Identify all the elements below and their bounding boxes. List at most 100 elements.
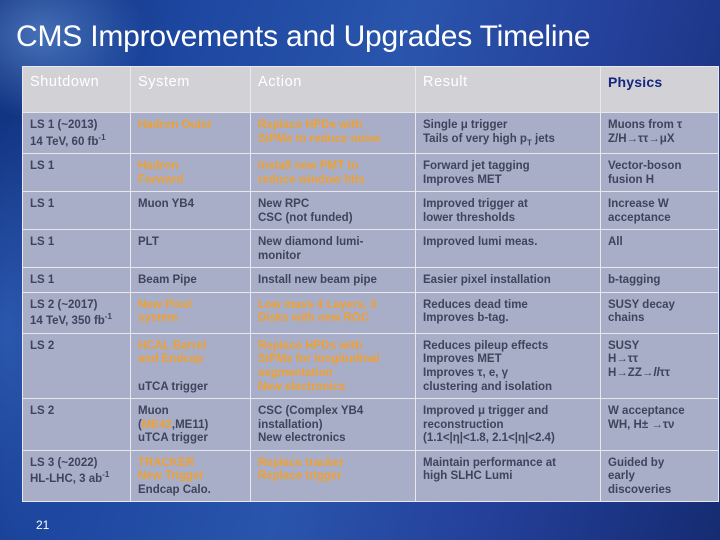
- cell-line: Muon: [138, 405, 169, 418]
- cell-line: segmentation: [258, 366, 333, 379]
- cell-line: HL-LHC, 3 ab-1: [30, 470, 110, 486]
- cell-line: Improves τ, e, γ: [423, 366, 509, 379]
- cell-line: H→ZZ→llττ: [608, 367, 712, 381]
- cell-line: Improves b-tag.: [423, 312, 509, 325]
- cell-line: SiPMs for longitudinal: [258, 353, 380, 366]
- cell-line: 14 TeV, 350 fb-1: [30, 312, 112, 328]
- superscript: -1: [102, 470, 110, 480]
- cell-line: New electronics: [258, 432, 346, 445]
- table-row: LS 1 (~2013) 14 TeV, 60 fb-1 Hadron Outer R…: [22, 112, 719, 154]
- column-header-result: Result: [415, 66, 601, 113]
- cell-line: Single μ trigger: [423, 119, 508, 131]
- cell-line: New diamond lumi-: [258, 236, 364, 249]
- cell-system: New Pixel system: [130, 291, 251, 334]
- cell-system: Hadron Outer: [130, 112, 251, 154]
- cell-result: Improved trigger at lower thresholds: [415, 191, 601, 231]
- cell-line: Z/H→ττ→μX: [608, 132, 675, 145]
- cell-shutdown: LS 2 (~2017) 14 TeV, 350 fb-1: [22, 291, 131, 334]
- cell-line: fusion H: [608, 173, 654, 186]
- cell-physics: SUSY H→ττ H→ZZ→llττ: [600, 332, 719, 400]
- cell-line: monitor: [258, 249, 301, 262]
- cell-action: Install new beam pipe: [250, 267, 416, 293]
- cell-line: reduce window hits: [258, 173, 365, 186]
- upgrades-table: Shutdown System Action Result Physics LS…: [22, 66, 719, 503]
- cell-line: New Trigger: [138, 470, 204, 483]
- cell-result: Reduces pileup effects Improves MET Improv…: [415, 332, 601, 400]
- column-header-system: System: [130, 66, 251, 113]
- cell-system: PLT: [130, 229, 251, 269]
- cell-line: Vector-boson: [608, 159, 682, 172]
- cell-line: Tails of very high pT jets: [423, 133, 594, 148]
- cell-line: acceptance: [608, 211, 671, 224]
- table-row: LS 1 Beam Pipe Install new beam pipe Easier…: [22, 267, 719, 293]
- cell-line: Improves MET: [423, 353, 502, 366]
- cell-shutdown: LS 2: [22, 398, 131, 451]
- cell-line: Easier pixel installation: [423, 274, 551, 287]
- cell-physics: SUSY decay chains: [600, 291, 719, 334]
- cell-line: LS 1: [30, 159, 55, 172]
- cell-line: Reduces dead time: [423, 298, 528, 311]
- cell-result: Improved lumi meas.: [415, 229, 601, 269]
- cell-line: uTCA trigger: [138, 380, 208, 393]
- cell-result: Maintain performance at high SLHC Lumi: [415, 449, 601, 503]
- table-row: LS 2 (~2017) 14 TeV, 350 fb-1 New Pixel sys…: [22, 291, 719, 334]
- cell-line: Forward jet tagging: [423, 159, 530, 172]
- cell-line: New RPC: [258, 198, 310, 211]
- cell-line: Hadron: [138, 159, 179, 172]
- text-part: Tails of very high p: [423, 132, 527, 145]
- cell-line: All: [608, 236, 623, 249]
- cell-action: Replace HPDs with SiPMs to reduce noise: [250, 112, 416, 154]
- cell-line: Replace HPDs with: [258, 339, 363, 352]
- table-header-row: Shutdown System Action Result Physics: [22, 66, 719, 113]
- cell-line: LS 1 (~2013): [30, 119, 98, 131]
- cell-line: CSC (not funded): [258, 211, 353, 224]
- cell-line: high SLHC Lumi: [423, 470, 513, 483]
- cell-line: WH, H± →τν: [608, 418, 675, 431]
- cell-physics: b-tagging: [600, 267, 719, 293]
- cell-line: New electronics: [258, 380, 346, 393]
- cell-action: Install new PMT to reduce window hits: [250, 152, 416, 193]
- cell-line: SUSY decay: [608, 298, 675, 311]
- cell-system: Hadron Forward: [130, 152, 251, 193]
- cell-line: LS 2: [30, 339, 55, 352]
- cell-line: (ME42,ME11): [138, 419, 244, 433]
- cell-line: LS 1: [30, 236, 55, 249]
- cell-shutdown: LS 1: [22, 191, 131, 231]
- text-part: ττ: [659, 366, 671, 379]
- cell-line: b-tagging: [608, 274, 661, 287]
- cell-result: Single μ trigger Tails of very high pT je…: [415, 112, 601, 154]
- superscript: -1: [98, 132, 106, 142]
- table-row: LS 1 Hadron Forward Install new PMT to reduc…: [22, 152, 719, 193]
- cell-line: Replace tracker: [258, 456, 344, 469]
- cell-line: Forward: [138, 173, 184, 186]
- cell-line: LS 2: [30, 405, 55, 418]
- cell-shutdown: LS 3 (~2022) HL-LHC, 3 ab-1: [22, 449, 131, 503]
- cell-line: Install new beam pipe: [258, 274, 377, 287]
- superscript: -1: [104, 312, 112, 322]
- cell-action: New RPC CSC (not funded): [250, 191, 416, 231]
- cell-line: Disks with new ROC: [258, 312, 370, 325]
- cell-shutdown: LS 1: [22, 229, 131, 269]
- column-header-action: Action: [250, 66, 416, 113]
- cell-shutdown: LS 1 (~2013) 14 TeV, 60 fb-1: [22, 112, 131, 154]
- cell-result: Reduces dead time Improves b-tag.: [415, 291, 601, 334]
- cell-action: Replace HPDs with SiPMs for longitudinal s…: [250, 332, 416, 400]
- cell-line: 14 TeV, 60 fb-1: [30, 132, 106, 148]
- cell-line: uTCA trigger: [138, 432, 208, 445]
- highlight-token: ME42: [141, 418, 172, 431]
- cell-line: Improved trigger at: [423, 198, 528, 211]
- column-header-shutdown: Shutdown: [22, 66, 131, 113]
- cell-line: HCAL Barrel: [138, 339, 207, 352]
- cell-line: Maintain performance at: [423, 456, 556, 469]
- cell-line: LS 1: [30, 274, 55, 287]
- cell-system: Muon (ME42,ME11) uTCA trigger: [130, 398, 251, 451]
- table-row: LS 1 Muon YB4 New RPC CSC (not funded) Impro…: [22, 191, 719, 231]
- cell-system: TRACKER New Trigger Endcap Calo.: [130, 449, 251, 503]
- cell-line: discoveries: [608, 483, 672, 496]
- table-row: LS 1 PLT New diamond lumi-monitor Improved …: [22, 229, 719, 269]
- cell-line: SUSY: [608, 339, 640, 352]
- cell-line: clustering and isolation: [423, 380, 553, 393]
- cell-line: Low mass 4 Layers, 3: [258, 298, 377, 311]
- paren-rest: ,ME11): [171, 418, 209, 431]
- cell-line: PLT: [138, 236, 159, 249]
